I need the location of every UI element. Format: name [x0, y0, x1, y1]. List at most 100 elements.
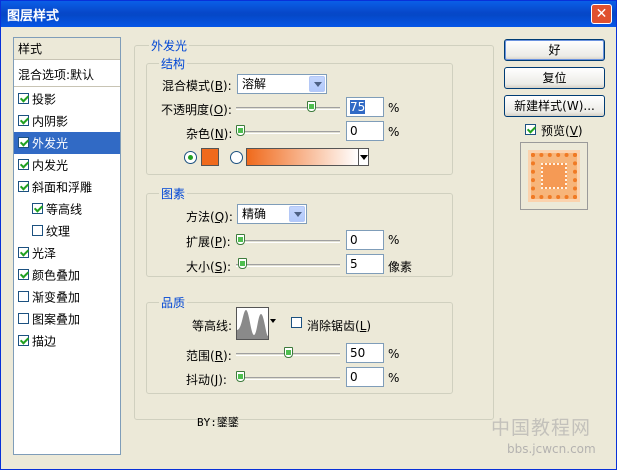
preview-label[interactable]: 预览(V)	[541, 122, 583, 139]
style-item-label: 投影	[32, 92, 57, 107]
jitter-unit: %	[388, 371, 400, 385]
style-item-label: 等高线	[46, 202, 83, 217]
new-style-button[interactable]: 新建样式(W)...	[504, 95, 605, 117]
spread-slider-thumb[interactable]	[236, 234, 245, 245]
technique-label: 方法(Q):	[186, 210, 233, 224]
size-slider[interactable]	[236, 258, 340, 271]
title-bar[interactable]: 图层样式 ✕	[1, 1, 616, 27]
chevron-down-icon[interactable]	[309, 76, 325, 92]
styles-list-header[interactable]: 样式	[14, 38, 120, 60]
gradient-swatch[interactable]	[246, 148, 359, 166]
style-item[interactable]: 投影	[14, 88, 120, 110]
style-item[interactable]: 图案叠加	[14, 308, 120, 330]
style-item[interactable]: 渐变叠加	[14, 286, 120, 308]
style-item-checkbox[interactable]	[18, 181, 29, 192]
glow-color-swatch[interactable]	[201, 148, 219, 166]
style-preview	[520, 142, 588, 210]
range-slider[interactable]	[236, 347, 340, 360]
noise-unit: %	[388, 125, 400, 139]
style-item[interactable]: 斜面和浮雕	[14, 176, 120, 198]
opacity-input[interactable]: 75	[346, 97, 384, 117]
range-input[interactable]: 50	[346, 343, 384, 363]
style-item[interactable]: 等高线	[14, 198, 120, 220]
range-label: 范围(R):	[186, 349, 232, 363]
style-item-checkbox[interactable]	[18, 247, 29, 258]
size-slider-thumb[interactable]	[238, 258, 247, 269]
preview-checkbox[interactable]	[525, 124, 536, 135]
solid-color-radio[interactable]	[184, 151, 197, 164]
style-item-label: 内阴影	[32, 114, 69, 129]
elements-title: 图素	[159, 185, 188, 202]
contour-dropdown[interactable]	[269, 307, 278, 340]
chevron-down-icon	[270, 319, 276, 323]
style-item[interactable]: 光泽	[14, 242, 120, 264]
antialias-checkbox[interactable]	[291, 317, 302, 328]
opacity-label: 不透明度(O):	[161, 103, 232, 117]
ok-button[interactable]: 好	[504, 39, 605, 61]
blending-options-item[interactable]: 混合选项:默认	[14, 64, 120, 86]
preview-swatch	[531, 153, 577, 199]
contour-curve-icon	[237, 310, 268, 339]
style-item-label: 图案叠加	[32, 312, 81, 327]
chevron-down-icon[interactable]	[289, 206, 305, 222]
style-item-checkbox[interactable]	[18, 159, 29, 170]
list-divider	[14, 86, 120, 87]
size-label: 大小(S):	[186, 260, 232, 274]
style-item-checkbox[interactable]	[32, 225, 43, 236]
outer-glow-title: 外发光	[149, 37, 190, 54]
antialias-label[interactable]: 消除锯齿(L)	[307, 317, 371, 334]
style-item-label: 内发光	[32, 158, 69, 173]
watermark: 中国教程网 bbs.jcwcn.com	[489, 411, 615, 467]
range-slider-thumb[interactable]	[284, 347, 293, 358]
noise-slider[interactable]	[236, 125, 340, 138]
layer-style-dialog: 图层样式 ✕ 样式 混合选项:默认 投影 内阴影 外发光 内发光 斜面和浮雕 等高线 纹理光…	[0, 0, 617, 470]
spread-slider[interactable]	[236, 234, 340, 247]
style-item[interactable]: 颜色叠加	[14, 264, 120, 286]
style-item-checkbox[interactable]	[18, 137, 29, 148]
style-item-label: 外发光	[32, 136, 69, 151]
style-item-label: 渐变叠加	[32, 290, 81, 305]
style-item[interactable]: 内发光	[14, 154, 120, 176]
gradient-radio[interactable]	[230, 151, 243, 164]
reset-button[interactable]: 复位	[504, 67, 605, 89]
spread-unit: %	[388, 233, 400, 247]
style-item-checkbox[interactable]	[18, 93, 29, 104]
chevron-down-icon	[360, 155, 368, 160]
style-item[interactable]: 外发光	[14, 132, 120, 154]
window-title: 图层样式	[7, 9, 60, 24]
style-item-label: 纹理	[46, 224, 71, 239]
style-item[interactable]: 描边	[14, 330, 120, 352]
size-input[interactable]: 5	[346, 254, 384, 274]
opacity-slider-thumb[interactable]	[307, 101, 316, 112]
style-item-checkbox[interactable]	[18, 269, 29, 280]
style-item-checkbox[interactable]	[18, 115, 29, 126]
style-item[interactable]: 内阴影	[14, 110, 120, 132]
opacity-slider[interactable]	[236, 101, 340, 114]
noise-slider-thumb[interactable]	[236, 125, 245, 136]
watermark-line1: 中国教程网	[491, 417, 592, 439]
close-button[interactable]: ✕	[591, 4, 612, 24]
structure-title: 结构	[159, 55, 188, 72]
blend-mode-label: 混合模式(B):	[162, 79, 232, 93]
noise-label: 杂色(N):	[186, 127, 233, 141]
noise-input[interactable]: 0	[346, 121, 384, 141]
blend-mode-select[interactable]: 溶解	[237, 74, 327, 94]
credit-text: BY:鐆鐆	[197, 416, 239, 429]
style-item-label: 光泽	[32, 246, 57, 261]
spread-input[interactable]: 0	[346, 230, 384, 250]
contour-picker[interactable]	[236, 307, 269, 340]
gradient-dropdown[interactable]	[358, 148, 369, 166]
jitter-slider-thumb[interactable]	[236, 371, 245, 382]
style-item[interactable]: 纹理	[14, 220, 120, 242]
spread-label: 扩展(P):	[186, 235, 231, 249]
technique-select[interactable]: 精确	[237, 204, 307, 224]
style-item-checkbox[interactable]	[18, 335, 29, 346]
quality-title: 品质	[159, 294, 188, 311]
jitter-slider[interactable]	[236, 371, 340, 384]
style-item-checkbox[interactable]	[18, 313, 29, 324]
size-unit: 像素	[388, 260, 413, 274]
style-item-checkbox[interactable]	[32, 203, 43, 214]
watermark-line2: bbs.jcwcn.com	[507, 442, 596, 456]
jitter-input[interactable]: 0	[346, 367, 384, 387]
style-item-checkbox[interactable]	[18, 291, 29, 302]
